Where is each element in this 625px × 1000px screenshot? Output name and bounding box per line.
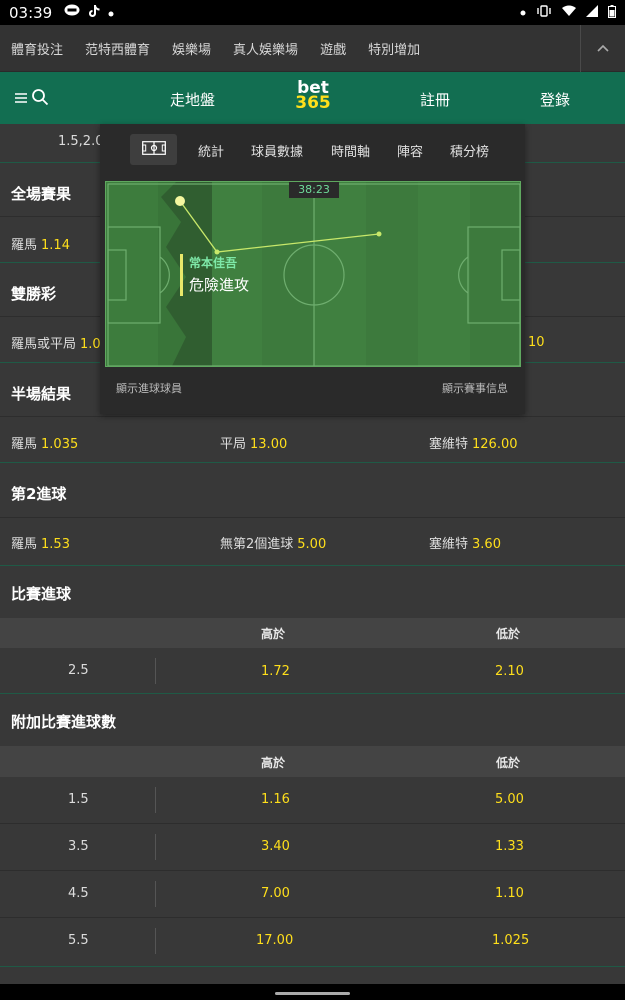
half-time-home[interactable]: 羅馬 1.035 <box>11 433 78 452</box>
tiktok-icon <box>88 4 100 21</box>
alt-goals-under-odds[interactable]: 1.025 <box>492 933 529 948</box>
dot-icon <box>520 6 526 19</box>
nav-item-games[interactable]: 遊戲 <box>309 39 357 58</box>
tab-pitch[interactable] <box>130 134 177 165</box>
second-goal-none[interactable]: 無第2個進球 5.00 <box>220 533 326 552</box>
second-goal-title: 第2進球 <box>11 485 67 503</box>
notification-dot-icon <box>108 6 114 20</box>
tab-lineups[interactable]: 陣容 <box>397 141 423 160</box>
alt-goals-over-odds[interactable]: 7.00 <box>261 886 290 901</box>
chevron-up-icon <box>597 40 609 56</box>
tracker-tabs: 統計 球員數據 時間軸 陣容 積分榜 <box>100 134 525 166</box>
hamburger-icon <box>14 90 28 109</box>
double-chance-home-draw[interactable]: 羅馬或平局 1.0 <box>11 333 101 352</box>
second-goal-away[interactable]: 塞維特 3.60 <box>429 533 501 552</box>
home-gesture-handle[interactable] <box>275 992 350 995</box>
full-time-home[interactable]: 羅馬 1.14 <box>11 234 70 253</box>
alt-goals-title: 附加比賽進球數 <box>11 713 117 731</box>
live-betting-link[interactable]: 走地盤 <box>170 89 215 110</box>
trail-point <box>376 231 382 237</box>
alt-goals-under-odds[interactable]: 5.00 <box>495 792 524 807</box>
nav-item-casino[interactable]: 娛樂場 <box>161 39 222 58</box>
login-link[interactable]: 登錄 <box>540 89 570 110</box>
nav-item-sports[interactable]: 體育投注 <box>0 39 74 58</box>
match-goals-over-odds[interactable]: 1.72 <box>261 664 290 679</box>
tab-standings[interactable]: 積分榜 <box>450 141 489 160</box>
nav-item-extra[interactable]: 特別增加 <box>357 39 431 58</box>
pitch-visualization: 38:23 常本佳吾 危險進攻 <box>105 181 521 367</box>
nav-item-live-casino[interactable]: 真人娛樂場 <box>222 39 309 58</box>
half-time-result-title: 半場結果 <box>11 385 72 403</box>
line-app-icon <box>64 4 80 21</box>
double-chance-title: 雙勝彩 <box>11 285 57 303</box>
alt-goals-under-odds[interactable]: 1.10 <box>495 886 524 901</box>
status-bar: 03:39 <box>0 0 625 25</box>
ball-icon <box>175 196 185 206</box>
alt-goals-over-header: 高於 <box>261 756 286 770</box>
tab-player-stats[interactable]: 球員數據 <box>251 141 303 160</box>
second-goal-home[interactable]: 羅馬 1.53 <box>11 533 70 552</box>
match-goals-title: 比賽進球 <box>11 585 72 603</box>
partial-row-text: 1.5,2.0 <box>58 134 104 149</box>
half-time-away[interactable]: 塞維特 126.00 <box>429 433 518 452</box>
bet365-logo[interactable]: bet 365 <box>293 80 333 112</box>
alt-goals-over-odds[interactable]: 17.00 <box>256 933 293 948</box>
wifi-icon <box>562 5 576 20</box>
signal-icon <box>586 5 598 20</box>
alt-goals-under-header: 低於 <box>496 756 521 770</box>
tab-timeline[interactable]: 時間軸 <box>331 141 370 160</box>
ball-trail <box>175 196 382 255</box>
double-chance-right-odds[interactable]: 10 <box>528 335 545 350</box>
menu-search-button[interactable] <box>14 88 49 110</box>
full-time-result-title: 全場賽果 <box>11 185 72 203</box>
collapse-nav-button[interactable] <box>580 24 625 72</box>
match-goals-over-header: 高於 <box>261 627 286 641</box>
match-goals-under-odds[interactable]: 2.10 <box>495 664 524 679</box>
pitch-icon <box>141 140 166 159</box>
nav-item-fantasy[interactable]: 范特西體育 <box>74 39 161 58</box>
alt-goals-under-odds[interactable]: 1.33 <box>495 839 524 854</box>
vibrate-icon <box>536 5 552 20</box>
alt-goals-over-odds[interactable]: 3.40 <box>261 839 290 854</box>
event-marker <box>180 254 183 296</box>
clock: 03:39 <box>9 3 53 22</box>
alt-goals-over-odds[interactable]: 1.16 <box>261 792 290 807</box>
match-goals-header <box>0 618 625 648</box>
match-goals-under-header: 低於 <box>496 627 521 641</box>
register-link[interactable]: 註冊 <box>420 89 450 110</box>
match-tracker-overlay: 統計 球員數據 時間軸 陣容 積分榜 38:23 常本佳吾 危險進攻 顯示進球球… <box>100 124 525 414</box>
half-time-draw[interactable]: 平局 13.00 <box>220 433 287 452</box>
main-header: 走地盤 bet 365 註冊 登錄 <box>0 72 625 124</box>
show-scorers-link[interactable]: 顯示進球球員 <box>116 380 182 396</box>
match-info-link[interactable]: 顯示賽事信息 <box>442 380 508 396</box>
event-label: 常本佳吾 危險進攻 <box>189 254 249 295</box>
tab-stats[interactable]: 統計 <box>198 141 224 160</box>
search-icon <box>31 88 49 110</box>
system-nav-bar <box>0 984 625 1000</box>
alt-goals-header <box>0 746 625 777</box>
event-player: 常本佳吾 <box>189 256 238 270</box>
event-text: 危險進攻 <box>189 276 250 294</box>
battery-icon <box>608 4 616 21</box>
sports-category-nav: 體育投注 范特西體育 娛樂場 真人娛樂場 遊戲 特別增加 <box>0 24 625 72</box>
